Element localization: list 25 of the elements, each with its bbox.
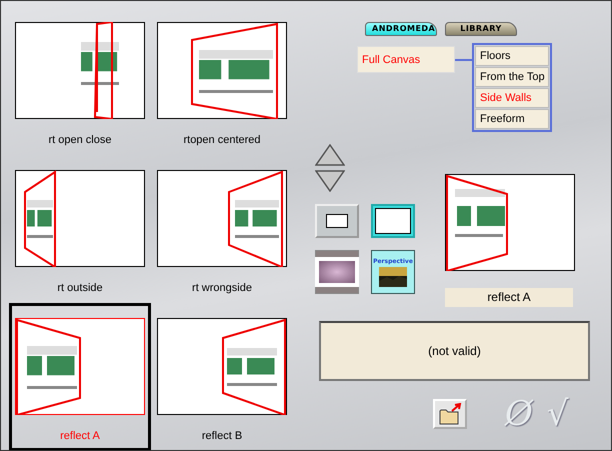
up-arrow-icon[interactable]	[315, 144, 345, 166]
thumbnail-label: rt wrongside	[192, 281, 252, 296]
landscape-icon	[379, 266, 407, 286]
status-text: (not valid)	[428, 344, 481, 358]
thumbnail-card[interactable]: rt open close	[9, 7, 151, 155]
folder-icon	[438, 403, 462, 425]
thumbnail-card[interactable]: rt wrongside	[151, 155, 293, 303]
option-button[interactable]: From the Top	[475, 67, 549, 87]
thumbnail-label: reflect B	[202, 429, 242, 444]
thumbnail-label: rt outside	[57, 281, 103, 296]
thumbnail-card[interactable]: reflect B	[151, 303, 293, 450]
down-arrow-icon[interactable]	[315, 170, 345, 192]
export-button[interactable]	[433, 399, 467, 429]
thumbnail-card[interactable]: rt outside	[9, 155, 151, 303]
option-button[interactable]: Freeform	[475, 109, 549, 129]
thumbnail-label: rtopen centered	[183, 133, 261, 148]
thumbnail-label: reflect A	[60, 429, 100, 444]
thumbnail-card[interactable]: rtopen centered	[151, 7, 293, 155]
preview-label: reflect A	[445, 288, 573, 307]
option-button[interactable]: Floors	[475, 46, 549, 66]
frame-button[interactable]	[371, 204, 415, 238]
thumbnail-label: rt open close	[48, 133, 112, 148]
blur-button[interactable]	[315, 250, 359, 294]
tab[interactable]: LIBRARY	[445, 22, 517, 36]
tab[interactable]: ANDROMEDA	[365, 22, 437, 36]
